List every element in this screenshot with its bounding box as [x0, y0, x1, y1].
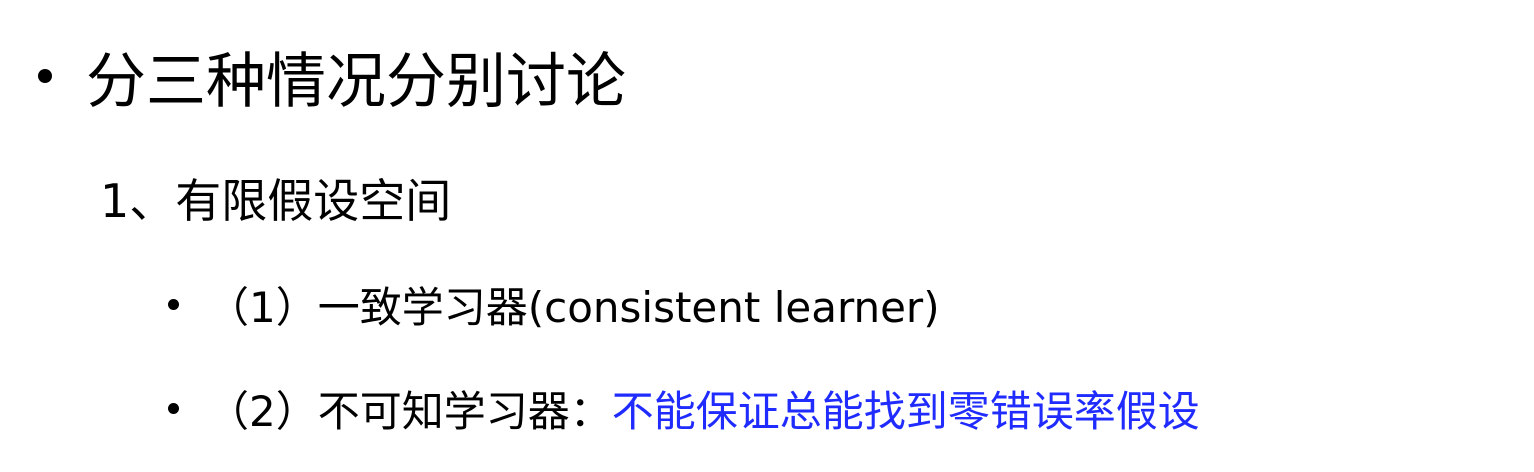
bullet-icon: [38, 69, 52, 83]
list-item-label: （1）一致学习器(consistent learner): [207, 282, 940, 332]
bullet-icon: [168, 402, 179, 414]
list-item: （1）一致学习器(consistent learner): [168, 276, 940, 332]
list-item: （2）不可知学习器： 不能保证总能找到零错误率假设: [168, 380, 1200, 436]
heading-text: 分三种情况分别讨论: [86, 46, 626, 117]
subheading-text: 1、有限假设空间: [100, 174, 452, 228]
slide: 分三种情况分别讨论 1、有限假设空间 （1）一致学习器(consistent l…: [0, 0, 1534, 472]
subheading-line: 1、有限假设空间: [100, 168, 451, 228]
list-item-label: （2）不可知学习器：: [207, 386, 612, 436]
heading-line: 分三种情况分别讨论: [38, 38, 626, 117]
list-item-highlight: 不能保证总能找到零错误率假设: [611, 386, 1200, 436]
bullet-icon: [168, 298, 179, 310]
